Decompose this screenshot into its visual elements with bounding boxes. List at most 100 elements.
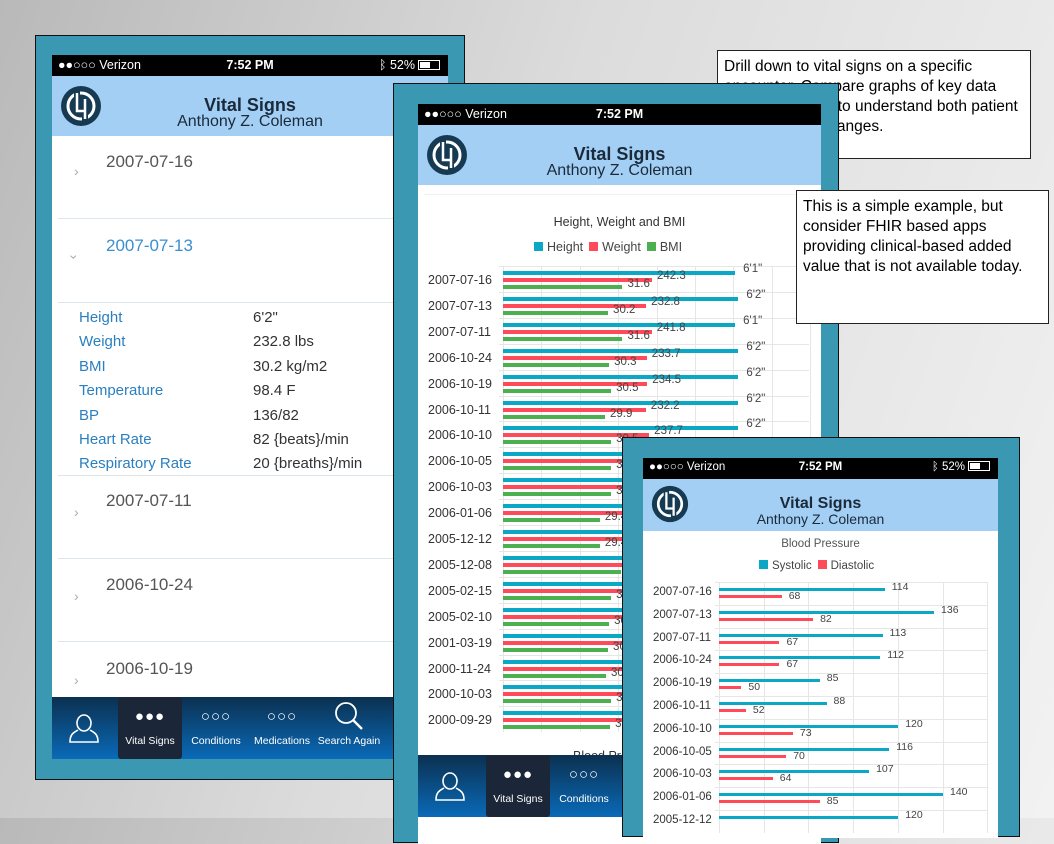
encounter-date: 2006-10-24 bbox=[106, 575, 193, 594]
bmi-bar bbox=[503, 621, 610, 626]
category-label: 2006-01-06 bbox=[653, 791, 712, 804]
diastolic-value: 85 bbox=[826, 795, 839, 808]
vital-value: 20 {breaths}/min bbox=[253, 455, 363, 473]
legend-entry: Height bbox=[547, 240, 584, 254]
bmi-bar bbox=[503, 440, 612, 445]
note-fhir: This is a simple example, but consider F… bbox=[796, 190, 1049, 324]
nav-search-again[interactable]: Search Again bbox=[314, 697, 384, 759]
weight-value: 233.7 bbox=[651, 347, 681, 360]
vital-label: Respiratory Rate bbox=[79, 455, 192, 473]
dots-outline-icon: ○○○ bbox=[568, 765, 600, 783]
nav-label: Vital Signs bbox=[125, 735, 175, 747]
nav-label: Medications bbox=[253, 735, 311, 747]
person-icon bbox=[69, 714, 99, 743]
legend-entry: Weight bbox=[602, 240, 641, 254]
chart-title: Height, Weight and BMI bbox=[553, 215, 686, 229]
diastolic-bar bbox=[719, 640, 780, 644]
height-bar bbox=[503, 426, 739, 431]
vital-value: 82 {beats}/min bbox=[253, 431, 349, 448]
height-value: 6'2" bbox=[746, 340, 766, 353]
grid-line bbox=[987, 582, 989, 833]
height-bar bbox=[503, 374, 739, 379]
systolic-value: 136 bbox=[941, 603, 959, 616]
systolic-value: 112 bbox=[887, 649, 905, 662]
diastolic-bar bbox=[719, 663, 780, 667]
vital-value: 6'2" bbox=[253, 309, 278, 326]
bmi-bar bbox=[503, 595, 612, 600]
legend-entry: Diastolic bbox=[830, 560, 875, 572]
diastolic-value: 70 bbox=[793, 749, 805, 762]
grid-line bbox=[499, 266, 809, 267]
encounter-date: 2006-10-19 bbox=[106, 659, 193, 678]
category-label: 2006-10-10 bbox=[653, 722, 712, 735]
category-label: 2006-10-19 bbox=[428, 376, 492, 391]
chevron-right-icon: › bbox=[74, 588, 79, 604]
diastolic-bar bbox=[719, 686, 742, 690]
diastolic-value: 82 bbox=[820, 612, 832, 625]
nav-patient[interactable] bbox=[52, 697, 116, 759]
status-bar: ●●○○○ Verizon 7:52 PM ᛒ 52% bbox=[52, 55, 448, 76]
category-label: 2007-07-16 bbox=[653, 586, 712, 598]
search-icon bbox=[335, 702, 363, 730]
systolic-bar bbox=[719, 679, 820, 683]
patient-name: Anthony Z. Coleman bbox=[756, 511, 885, 527]
category-label: 2006-10-05 bbox=[653, 745, 712, 758]
legend-swatch bbox=[646, 242, 656, 251]
phone-frame-bp: ●●○○○ Verizon 7:52 PM ᛒ 52% Vital Signs … bbox=[622, 437, 1020, 838]
clock: 7:52 PM bbox=[595, 107, 644, 121]
nav-conditions[interactable]: ○○○ Conditions bbox=[552, 755, 616, 817]
legend-swatch bbox=[759, 560, 768, 569]
height-value: 6'2" bbox=[746, 366, 766, 379]
nav-vital-signs[interactable]: ●●● Vital Signs bbox=[118, 697, 182, 759]
nav-label: Search Again bbox=[317, 735, 381, 747]
diastolic-bar bbox=[719, 777, 773, 781]
category-label: 2005-02-15 bbox=[428, 583, 492, 598]
diastolic-value: 73 bbox=[799, 726, 812, 739]
page-title: Vital Signs bbox=[779, 495, 862, 512]
nav-medications[interactable]: ○○○ Medications bbox=[250, 697, 314, 759]
encounters-screen: ●●○○○ Verizon 7:52 PM ᛒ 52% Vital Signs … bbox=[52, 55, 448, 759]
bluetooth-icon: ᛒ bbox=[931, 461, 942, 473]
systolic-bar bbox=[719, 656, 881, 660]
divider bbox=[58, 302, 448, 303]
weight-value: 234.5 bbox=[652, 373, 681, 386]
divider bbox=[58, 218, 448, 219]
page-title: Vital Signs bbox=[573, 144, 666, 164]
category-label: 2005-12-08 bbox=[428, 557, 492, 572]
bmi-value: 30.3 bbox=[614, 355, 637, 368]
app-logo bbox=[61, 86, 101, 126]
encounter-date: 2007-07-13 bbox=[106, 236, 193, 255]
chart-legend: Height Weight BMI bbox=[528, 240, 682, 254]
category-label: 2007-07-16 bbox=[428, 273, 492, 287]
nav-patient[interactable] bbox=[418, 755, 482, 817]
person-icon bbox=[435, 772, 465, 801]
category-label: 2006-10-05 bbox=[428, 454, 492, 469]
diastolic-value: 52 bbox=[752, 704, 765, 716]
patient-name: Anthony Z. Coleman bbox=[546, 162, 693, 179]
grid-line bbox=[715, 673, 987, 675]
app-logo bbox=[427, 135, 467, 175]
bmi-bar bbox=[503, 699, 612, 704]
dots-filled-icon: ●●● bbox=[134, 707, 166, 725]
nav-vital-signs[interactable]: ●●● Vital Signs bbox=[486, 755, 550, 817]
nav-conditions[interactable]: ○○○ Conditions bbox=[184, 697, 248, 759]
bottom-nav: ●●● Vital Signs ○○○ Conditions ○○○ Medicati… bbox=[52, 697, 448, 759]
divider bbox=[58, 558, 448, 559]
category-label: 2006-10-03 bbox=[428, 480, 492, 495]
encounter-date: 2007-07-11 bbox=[106, 491, 192, 510]
bmi-bar bbox=[503, 647, 609, 652]
diastolic-value: 68 bbox=[788, 590, 801, 602]
vital-value: 98.4 F bbox=[253, 382, 296, 400]
vital-label: Heart Rate bbox=[79, 431, 152, 448]
bmi-value: 30.2 bbox=[613, 303, 636, 316]
bmi-value: 31.6 bbox=[627, 329, 650, 342]
bmi-value: 31.6 bbox=[627, 278, 650, 290]
battery-icon bbox=[418, 60, 440, 70]
bmi-value: 30.5 bbox=[616, 381, 639, 394]
encounter-date: 2007-07-16 bbox=[106, 152, 193, 171]
chart-legend: Systolic Diastolic bbox=[753, 560, 874, 572]
vital-value: 232.8 lbs bbox=[253, 333, 314, 351]
systolic-value: 140 bbox=[950, 786, 968, 799]
category-label: 2006-10-11 bbox=[428, 402, 492, 417]
grid-line bbox=[499, 317, 809, 319]
